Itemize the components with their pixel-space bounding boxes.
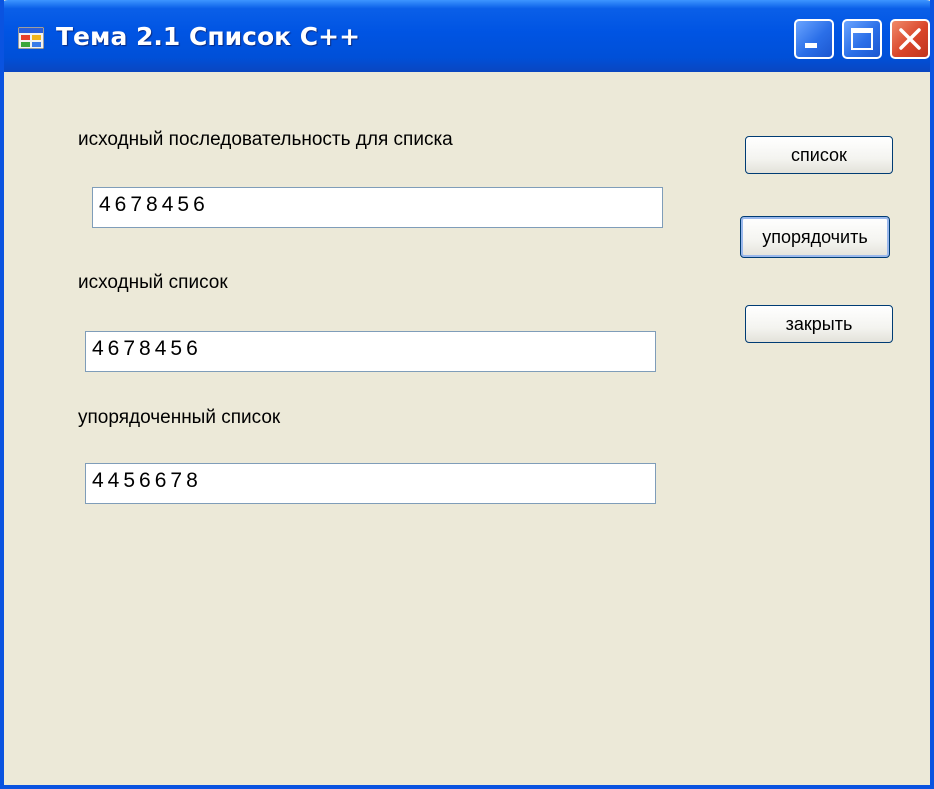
minimize-icon <box>805 43 817 48</box>
app-window: Тема 2.1 Список С++ исходный последовате… <box>0 0 934 789</box>
list-button[interactable]: список <box>745 136 893 174</box>
title-bar[interactable]: Тема 2.1 Список С++ <box>4 0 930 72</box>
sorted-list-label: упорядоченный список <box>78 407 281 428</box>
close-button[interactable]: закрыть <box>745 305 893 343</box>
maximize-icon <box>851 28 873 50</box>
windows-form-icon <box>18 27 44 49</box>
close-window-button[interactable] <box>890 19 930 59</box>
source-list-field[interactable]: 4678456 <box>85 331 656 372</box>
input-sequence-field[interactable]: 4678456 <box>92 187 663 228</box>
input-sequence-label: исходный последовательность для списка <box>78 129 453 150</box>
minimize-button[interactable] <box>794 19 834 59</box>
source-list-label: исходный список <box>78 272 228 293</box>
sort-button[interactable]: упорядочить <box>740 216 890 258</box>
maximize-button[interactable] <box>842 19 882 59</box>
close-icon <box>899 28 921 50</box>
sorted-list-field[interactable]: 4456678 <box>85 463 656 504</box>
window-title: Тема 2.1 Список С++ <box>56 22 361 51</box>
